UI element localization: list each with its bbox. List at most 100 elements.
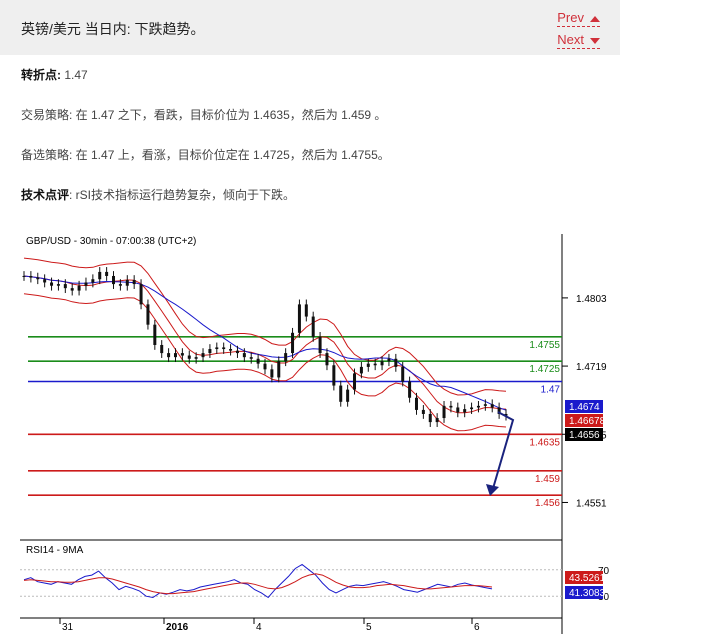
candle-body	[22, 275, 26, 277]
candle-body	[180, 353, 184, 356]
level-label: 1.459	[535, 474, 560, 485]
candle-body	[139, 284, 143, 305]
candle-body	[29, 275, 33, 278]
candle-body	[50, 282, 54, 286]
candle-body	[373, 363, 377, 366]
candle-body	[235, 350, 239, 354]
strategy-line: 交易策略: 在 1.47 之下，看跌，目标价位为 1.4635，然后为 1.45…	[21, 106, 386, 123]
candle-body	[291, 332, 295, 354]
strategy-label: 交易策略:	[21, 108, 73, 122]
candle-body	[456, 407, 460, 413]
pager: Prev Next	[557, 10, 600, 54]
candle-body	[270, 369, 274, 378]
candle-body	[332, 365, 336, 386]
candle-body	[153, 324, 157, 345]
candle-body	[167, 353, 171, 358]
candle-body	[256, 358, 260, 364]
candle-body	[173, 353, 177, 358]
candle-body	[304, 304, 308, 317]
candle-body	[277, 361, 281, 378]
level-label: 1.4635	[529, 437, 560, 448]
rsi-tag-text: 41.3083	[569, 588, 606, 599]
candle-body	[222, 347, 226, 350]
candle-body	[112, 275, 116, 285]
candle-body	[242, 353, 246, 358]
candle-body	[442, 405, 446, 419]
x-tick-label: 31	[62, 622, 74, 633]
technical-text: : rSI技术指标运行趋势复杂，倾向于下跌。	[69, 188, 296, 202]
x-tick-label: 2016	[166, 622, 189, 633]
y-tick-label: 1.4803	[576, 294, 607, 305]
candle-body	[353, 373, 357, 390]
candle-body	[325, 353, 329, 366]
candle-body	[297, 304, 301, 333]
candle-body	[387, 358, 391, 362]
rsi-tag-text: 43.5261	[569, 573, 606, 584]
candle-body	[125, 280, 129, 286]
candle-body	[463, 409, 467, 413]
gbpusd-chart: GBP/USD - 30min - 07:00:38 (UTC+2) RSI14…	[20, 230, 620, 634]
triangle-up-icon	[590, 15, 600, 22]
candle-body	[63, 284, 67, 289]
candle-body	[359, 366, 363, 374]
candle-body	[229, 349, 233, 351]
technical-line: 技术点评: rSI技术指标运行趋势复杂，倾向于下跌。	[21, 186, 295, 203]
candle-body	[476, 405, 480, 408]
candle-body	[187, 355, 191, 359]
candle-body	[401, 366, 405, 382]
level-label: 1.47	[541, 385, 561, 396]
level-label: 1.4725	[529, 364, 560, 375]
candle-body	[394, 358, 398, 367]
candle-body	[194, 357, 198, 359]
level-label: 1.456	[535, 498, 560, 509]
level-label: 1.4755	[529, 340, 560, 351]
candle-body	[208, 349, 212, 354]
candle-body	[84, 282, 88, 286]
next-link[interactable]: Next	[557, 32, 600, 49]
pivot-label: 转折点:	[21, 68, 61, 82]
pivot-value: 1.47	[61, 68, 88, 82]
triangle-down-icon	[590, 37, 600, 44]
chart-background	[20, 230, 620, 634]
price-tag-text: 1.4656	[569, 430, 600, 441]
prev-link[interactable]: Prev	[557, 10, 600, 27]
price-tags: 1.4674 1.46678 1.4656	[565, 400, 606, 441]
candle-body	[311, 316, 315, 337]
candle-body	[428, 413, 432, 423]
candle-body	[470, 407, 474, 410]
candle-body	[91, 279, 95, 283]
candle-body	[36, 277, 40, 280]
candle-body	[98, 271, 102, 280]
candle-body	[215, 347, 219, 350]
candle-body	[490, 404, 494, 408]
candle-body	[77, 285, 81, 291]
candle-body	[380, 361, 384, 366]
candle-body	[70, 288, 74, 291]
candle-body	[408, 381, 412, 398]
x-tick-label: 4	[256, 622, 262, 633]
y-tick-label: 1.4719	[576, 362, 607, 373]
candle-body	[56, 284, 60, 286]
candle-body	[132, 280, 136, 285]
next-label: Next	[557, 32, 584, 47]
technical-label: 技术点评	[21, 188, 70, 202]
header-bar: 英镑/美元 当日内: 下跌趋势。 Prev Next	[0, 0, 620, 55]
candle-body	[318, 336, 322, 354]
candle-body	[284, 353, 288, 362]
x-tick-label: 6	[474, 622, 480, 633]
candle-body	[366, 363, 370, 367]
candle-body	[263, 363, 267, 370]
page-title: 英镑/美元 当日内: 下跌趋势。	[21, 21, 205, 37]
price-tag-text: 1.46678	[569, 416, 606, 427]
candle-body	[483, 404, 487, 406]
chart-title: GBP/USD - 30min - 07:00:38 (UTC+2)	[26, 236, 196, 247]
y-tick-label: 1.4551	[576, 498, 607, 509]
candle-body	[249, 357, 253, 359]
pivot-line: 转折点: 1.47	[21, 66, 88, 83]
candle-body	[160, 344, 164, 354]
candle-body	[43, 279, 47, 283]
price-tag-text: 1.4674	[569, 402, 600, 413]
alternative-label: 备选策略:	[21, 148, 73, 162]
rsi-title: RSI14 - 9MA	[26, 545, 84, 556]
prev-label: Prev	[557, 10, 584, 25]
